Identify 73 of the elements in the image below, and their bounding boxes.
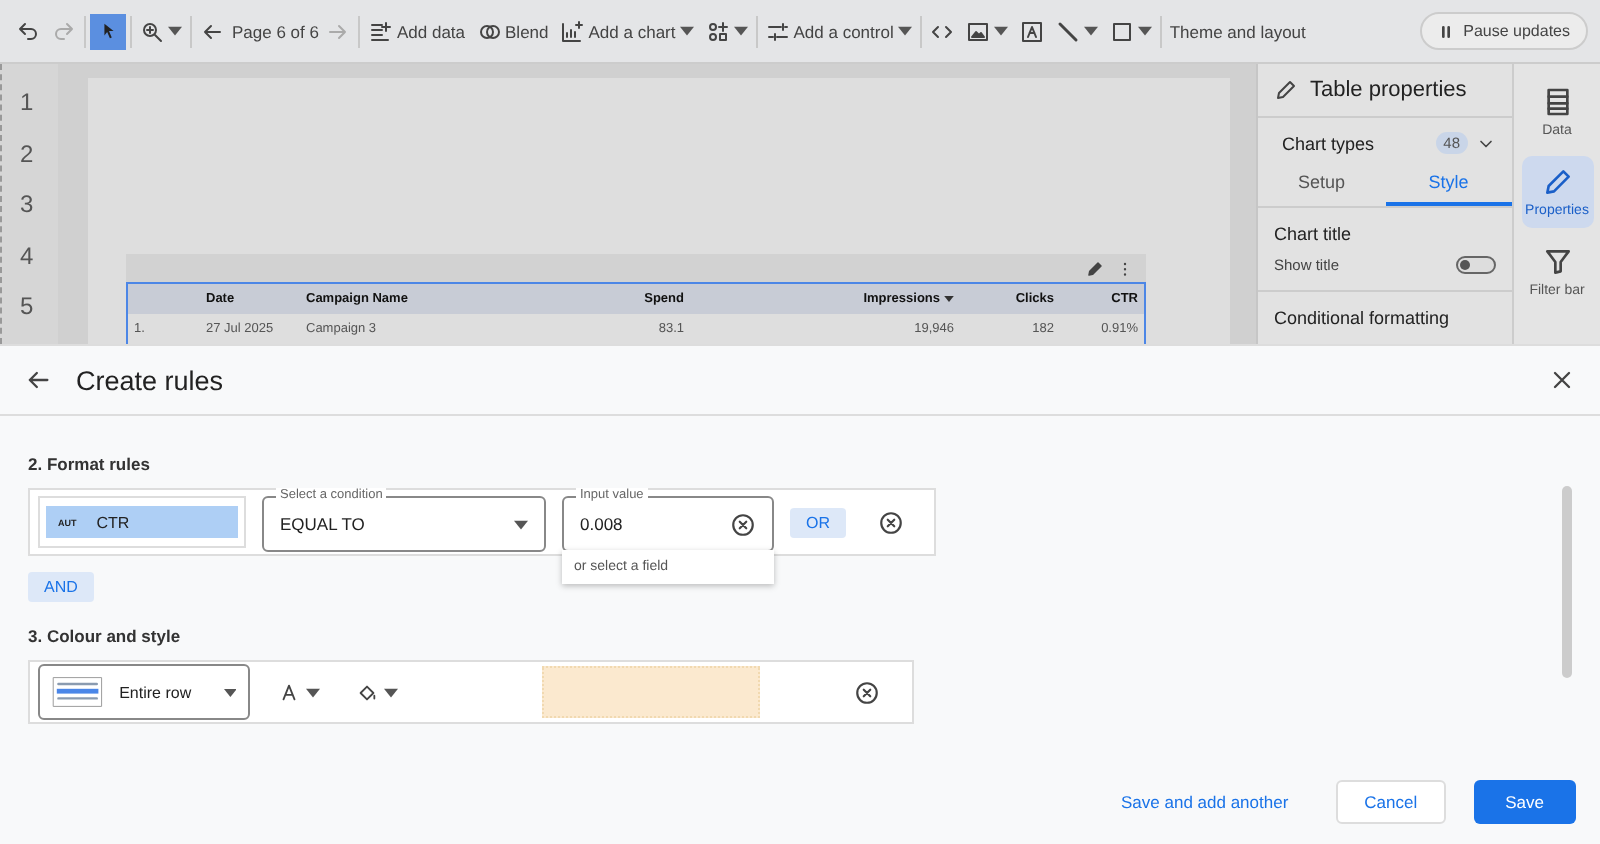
sliders-icon [765, 19, 790, 43]
caret-icon [993, 26, 1008, 36]
panel-title: Table properties [1310, 78, 1467, 102]
dialog-title: Create rules [76, 365, 224, 395]
row-number: 3 [20, 190, 34, 218]
filter-icon [1541, 246, 1573, 278]
theme-button[interactable]: Theme and layout [1165, 17, 1310, 45]
save-button[interactable]: Save [1473, 780, 1576, 824]
arrow-left-icon [24, 366, 52, 394]
pencil-icon [1541, 166, 1573, 198]
apply-to-select[interactable]: Entire row [38, 664, 250, 720]
clear-icon [854, 679, 880, 705]
edit-button[interactable] [1086, 259, 1104, 277]
caret-icon [223, 687, 236, 697]
arrow-right-icon [326, 19, 351, 43]
close-icon [1548, 366, 1576, 394]
row-number: 5 [20, 292, 34, 320]
toolbar-button[interactable]: Add data [364, 15, 470, 47]
arrow-left-icon [200, 19, 224, 43]
select-tool[interactable] [90, 13, 126, 49]
remove-button[interactable] [878, 509, 904, 535]
clear-icon [878, 509, 904, 535]
toolbar-button[interactable]: Blend [473, 15, 553, 47]
table-icon [1541, 86, 1573, 118]
or-button[interactable]: OR [790, 507, 846, 537]
caret-icon [1137, 26, 1152, 36]
pause-icon [1437, 23, 1454, 39]
caret-icon [897, 26, 912, 36]
add-chart-icon [560, 19, 585, 43]
page-indicator: Page 6 of 6 [232, 21, 319, 41]
panel-tab[interactable]: Setup [1258, 164, 1385, 206]
zoom-icon [140, 19, 164, 43]
and-button[interactable]: AND [28, 572, 94, 602]
add-control-button[interactable]: Add a control [761, 15, 916, 47]
cancel-button[interactable]: Cancel [1336, 780, 1446, 824]
toolbar-button[interactable]: Add a chart [556, 15, 698, 47]
redo-icon [52, 19, 76, 43]
table-row-icon [52, 674, 104, 710]
blend-icon [477, 19, 502, 43]
pencil-icon [1086, 259, 1104, 277]
text-color-icon [278, 681, 300, 703]
section-title: Conditional formatting [1274, 308, 1452, 328]
row-number: 4 [20, 241, 34, 269]
text-box-icon [1019, 19, 1044, 43]
back-button[interactable] [24, 366, 52, 394]
clear-icon [730, 511, 756, 537]
caret-icon [306, 687, 320, 697]
chart-types-label: Chart types [1282, 133, 1375, 153]
pencil-icon [1274, 78, 1298, 102]
caret-icon [1083, 26, 1098, 36]
caret-icon [514, 519, 528, 529]
save-and-add-link[interactable]: Save and add another [1109, 790, 1301, 814]
section-heading: 2. Format rules [28, 454, 152, 474]
caret-icon [733, 26, 748, 36]
square-icon [1109, 19, 1134, 43]
remove-button[interactable] [854, 679, 880, 705]
shapes-icon [705, 19, 730, 43]
line-icon [1055, 19, 1080, 43]
caret-icon [168, 26, 182, 36]
sort-icon [944, 296, 954, 302]
section-title: Chart title [1274, 224, 1354, 244]
close-button[interactable] [1548, 366, 1576, 394]
image-icon [965, 19, 990, 43]
row-number: 2 [20, 139, 34, 167]
toggle-switch[interactable] [1456, 256, 1496, 274]
caret-icon [679, 26, 694, 36]
undo-icon [16, 19, 40, 43]
pause-updates-button[interactable]: Pause updates [1419, 12, 1588, 50]
paint-bucket-icon [356, 681, 378, 703]
caret-icon [384, 687, 398, 697]
section-heading: 3. Colour and style [28, 626, 183, 646]
row-number: 1 [20, 88, 34, 116]
add-data-icon [368, 19, 393, 43]
